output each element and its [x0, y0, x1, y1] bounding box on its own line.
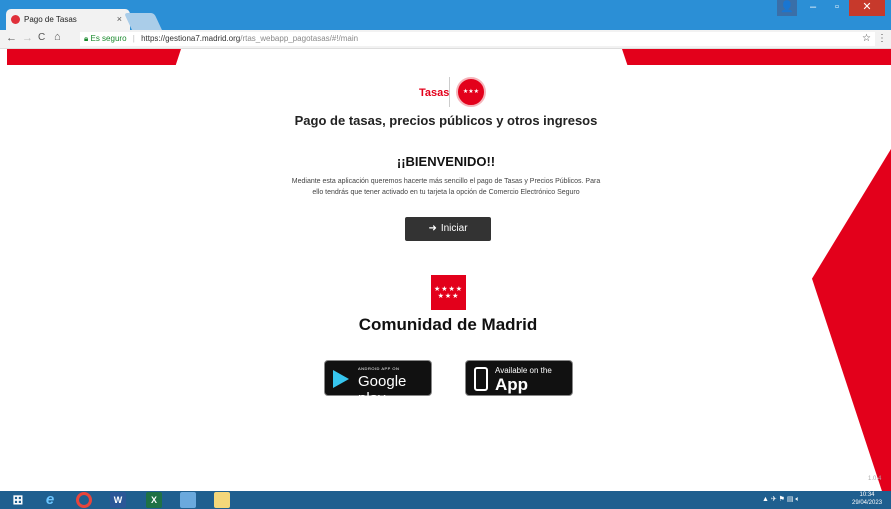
- windows-taskbar: ⊞ e W X ▲ ✈ ⚑ ▤ 🔈︎ 10:34 29/04/2023: [0, 491, 891, 509]
- url-path: /rtas_webapp_pagotasas/#!/main: [240, 34, 359, 43]
- app-store-badge[interactable]: Available on the App Store: [465, 360, 573, 414]
- tab-close-icon[interactable]: ×: [117, 14, 122, 24]
- page-content: Tasas ★★★ Pago de tasas, precios público…: [0, 49, 891, 491]
- phone-icon: [474, 367, 488, 391]
- tasas-logo: Tasas ★★★: [413, 73, 503, 107]
- home-icon[interactable]: ⌂: [54, 31, 61, 43]
- address-bar[interactable]: 🔒︎ Es seguro | https://gestiona7.madrid.…: [80, 32, 875, 46]
- app-store-text: App Store: [495, 375, 539, 414]
- user-icon[interactable]: 👤: [777, 0, 797, 16]
- red-decoration-right: [812, 149, 891, 491]
- tab-pago-de-tasas[interactable]: Pago de Tasas ×: [6, 9, 130, 30]
- clock-time: 10:34: [859, 492, 875, 498]
- google-play-icon: [333, 370, 349, 388]
- browser-titlebar: Pago de Tasas × 👤 – ▫ ✕: [0, 0, 891, 30]
- sign-in-icon: ➜: [428, 223, 437, 234]
- security-label: Es seguro: [90, 34, 127, 43]
- region-name: Comunidad de Madrid: [358, 315, 538, 334]
- windows-start-icon[interactable]: ⊞: [10, 492, 26, 508]
- close-button[interactable]: ✕: [849, 0, 885, 16]
- welcome-heading: ¡¡BIENVENIDO!!: [396, 154, 496, 169]
- reload-icon[interactable]: C: [38, 32, 45, 43]
- back-arrow-icon[interactable]: ←: [6, 32, 17, 44]
- screen-icon[interactable]: [180, 492, 196, 508]
- favicon-icon: [11, 15, 20, 24]
- page-title: Pago de tasas, precios públicos y otros …: [294, 113, 598, 128]
- start-button-label: Iniciar: [440, 223, 468, 234]
- start-button[interactable]: ➜ Iniciar: [405, 217, 491, 241]
- google-play-text: Google play: [358, 373, 407, 407]
- version-label: 1.0.4: [868, 476, 882, 482]
- bookmark-star-icon[interactable]: ☆: [862, 32, 871, 46]
- red-banner-left: [7, 49, 181, 65]
- google-play-badge[interactable]: ANDROID APP ON Google play: [324, 360, 432, 407]
- system-tray-icons[interactable]: ▲ ✈ ⚑ ▤ 🔈︎: [762, 495, 800, 504]
- tab-title: Pago de Tasas: [24, 15, 77, 24]
- app-store-small-text: Available on the: [495, 366, 552, 375]
- word-icon[interactable]: W: [110, 492, 126, 508]
- lock-icon: 🔒︎: [84, 34, 89, 43]
- google-play-small-text: ANDROID APP ON: [358, 366, 400, 371]
- forward-arrow-icon[interactable]: →: [22, 32, 33, 44]
- excel-icon[interactable]: X: [146, 492, 162, 508]
- seal-icon: ★★★: [456, 77, 486, 107]
- logo-divider: [449, 77, 450, 107]
- url-host: https://gestiona7.madrid.org: [141, 34, 241, 43]
- red-banner-right: [622, 49, 891, 65]
- maximize-button[interactable]: ▫: [825, 0, 849, 16]
- address-separator: |: [132, 34, 135, 43]
- folder-icon[interactable]: [214, 492, 230, 508]
- tasas-logo-text: Tasas: [419, 87, 450, 99]
- madrid-flag-logo: ★★★★ ★★★: [431, 275, 466, 310]
- flag-stars: ★★★★ ★★★: [433, 286, 464, 300]
- window-controls: 👤 – ▫ ✕: [777, 0, 885, 18]
- taskbar-clock[interactable]: 10:34 29/04/2023: [852, 491, 882, 507]
- minimize-button[interactable]: –: [801, 0, 825, 16]
- menu-icon[interactable]: ⋮: [877, 33, 887, 44]
- browser-toolbar: ← → C ⌂ 🔒︎ Es seguro | https://gestiona7…: [0, 30, 891, 49]
- chrome-icon[interactable]: [76, 492, 92, 508]
- clock-date: 29/04/2023: [852, 500, 883, 506]
- ie-icon[interactable]: e: [42, 492, 58, 508]
- welcome-description: Mediante esta aplicación queremos hacert…: [291, 178, 601, 196]
